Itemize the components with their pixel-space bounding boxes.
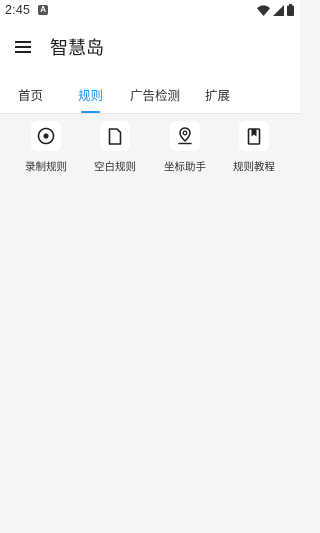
status-icons: [257, 4, 294, 16]
wifi-icon: [257, 4, 270, 16]
app-title: 智慧岛: [50, 38, 104, 59]
location-pin-icon: [178, 127, 192, 145]
app-bar: 智慧岛: [0, 20, 300, 74]
coordinate-helper-label: 坐标助手: [164, 161, 206, 173]
rule-tutorial-button[interactable]: 规则教程: [222, 121, 286, 174]
tab-ad-detection[interactable]: 广告检测: [130, 74, 180, 114]
hamburger-menu-icon[interactable]: [8, 32, 38, 62]
battery-icon: [287, 4, 294, 16]
tab-extensions[interactable]: 扩展: [205, 74, 230, 114]
signal-icon: [273, 4, 284, 16]
rule-actions-grid: 录制规则 空白规则 坐标助手 规则教程: [0, 114, 300, 184]
record-icon-box: [31, 121, 61, 151]
blank-rule-label: 空白规则: [94, 161, 136, 173]
status-bar: 2:45 A: [0, 0, 300, 20]
blank-file-icon: [108, 127, 122, 145]
coordinate-helper-button[interactable]: 坐标助手: [153, 121, 217, 174]
notification-badge-icon: A: [38, 5, 49, 15]
location-pin-icon-box: [170, 121, 200, 151]
record-rule-label: 录制规则: [25, 161, 67, 173]
tab-home[interactable]: 首页: [18, 74, 43, 114]
status-time: 2:45: [5, 3, 31, 17]
record-icon: [37, 127, 55, 145]
blank-rule-button[interactable]: 空白规则: [83, 121, 147, 174]
active-tab-indicator: [81, 111, 100, 113]
tab-rules[interactable]: 规则: [78, 74, 103, 114]
bookmark-book-icon-box: [239, 121, 269, 151]
rule-tutorial-label: 规则教程: [233, 161, 275, 173]
record-rule-button[interactable]: 录制规则: [14, 121, 78, 174]
tab-bar: 首页 规则 广告检测 扩展: [0, 74, 300, 114]
blank-file-icon-box: [100, 121, 130, 151]
bookmark-book-icon: [247, 127, 261, 145]
